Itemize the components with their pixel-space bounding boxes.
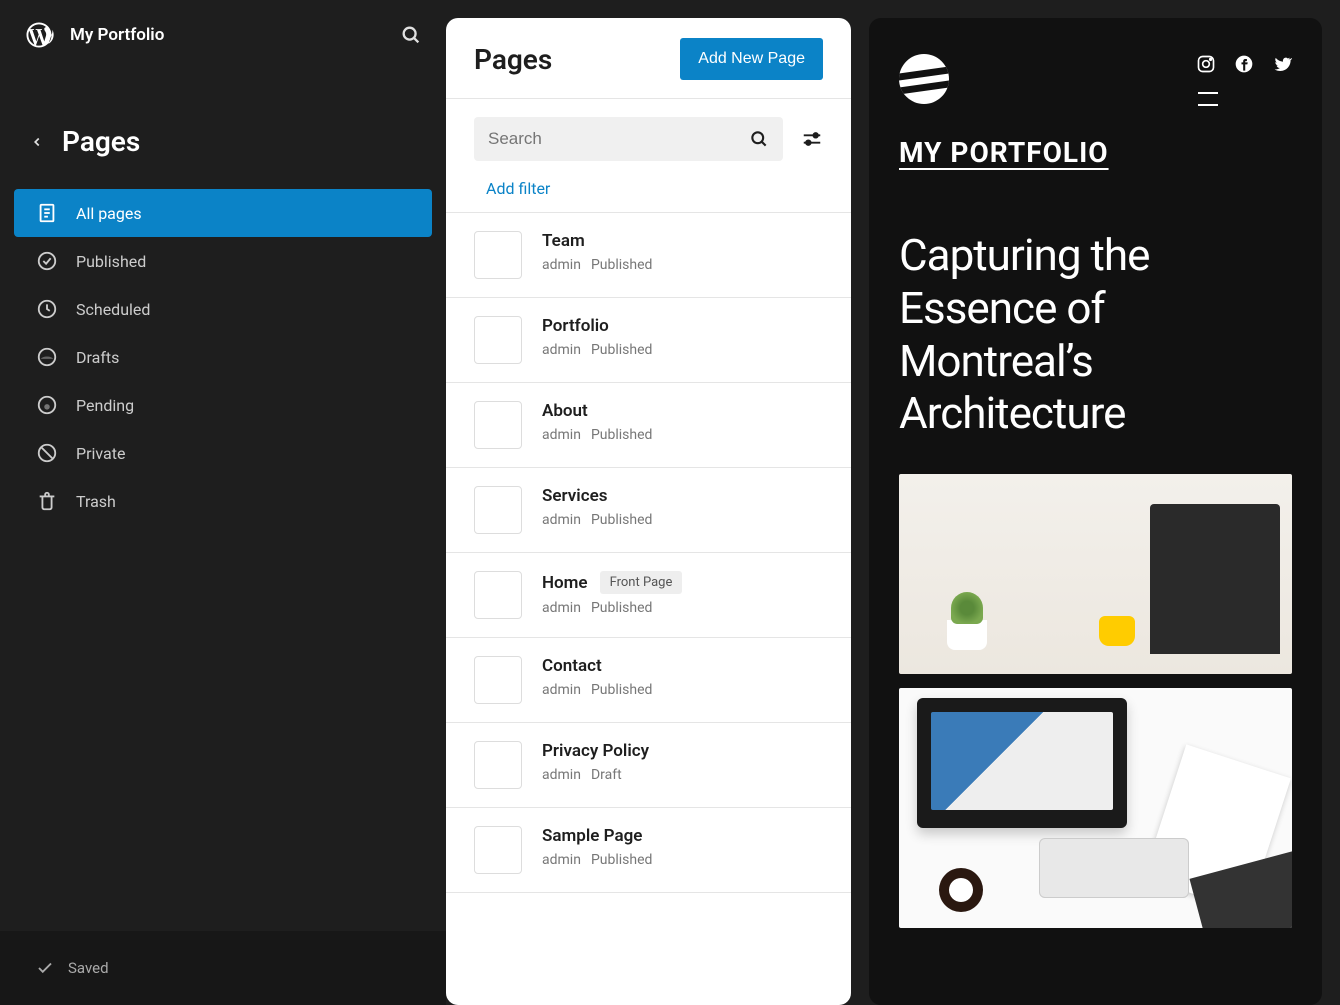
page-status: Published: [591, 852, 652, 868]
page-thumbnail: [474, 826, 522, 874]
filter-settings-icon[interactable]: [801, 128, 823, 150]
preview-headline: Capturing the Essence of Montreal’s Arch…: [869, 179, 1322, 460]
sidebar-item-published[interactable]: Published: [14, 237, 432, 285]
page-status: Draft: [591, 767, 622, 783]
sidebar-item-label: Private: [76, 444, 125, 463]
preview-site-logo-icon[interactable]: [899, 54, 949, 104]
panel-header: Pages Add New Page: [446, 18, 851, 99]
add-filter-link[interactable]: Add filter: [474, 161, 823, 212]
page-title: Pages: [62, 125, 140, 158]
preview-image-1: [899, 474, 1292, 674]
page-thumbnail: [474, 486, 522, 534]
facebook-icon[interactable]: [1234, 54, 1254, 74]
page-badge: Front Page: [600, 571, 683, 594]
document-icon: [36, 202, 58, 224]
sidebar-item-label: Drafts: [76, 348, 119, 367]
page-item-title: About: [542, 401, 588, 421]
pages-list: Team admin Published Portfolio admin Pub…: [446, 212, 851, 893]
page-list-item[interactable]: Services admin Published: [446, 468, 851, 553]
page-item-title: Privacy Policy: [542, 741, 649, 761]
page-status: Published: [591, 427, 652, 443]
page-author: admin: [542, 257, 581, 273]
sidebar-item-label: All pages: [76, 204, 142, 223]
sidebar-item-all-pages[interactable]: All pages: [14, 189, 432, 237]
page-list-item[interactable]: Privacy Policy admin Draft: [446, 723, 851, 808]
panel-title: Pages: [474, 43, 552, 76]
sidebar-item-pending[interactable]: Pending: [14, 381, 432, 429]
page-list-item[interactable]: Team admin Published: [446, 213, 851, 298]
panel-tools: Add filter: [446, 99, 851, 212]
status-footer: Saved: [0, 931, 446, 1005]
menu-icon[interactable]: [1196, 90, 1292, 112]
sidebar-item-label: Published: [76, 252, 146, 271]
page-thumbnail: [474, 571, 522, 619]
page-list-item[interactable]: Sample Page admin Published: [446, 808, 851, 893]
sidebar-nav: All pages Published Scheduled Drafts Pen…: [0, 183, 446, 531]
sidebar-item-scheduled[interactable]: Scheduled: [14, 285, 432, 333]
pages-panel: Pages Add New Page Add filter Team admin…: [446, 18, 851, 1005]
page-author: admin: [542, 512, 581, 528]
page-thumbnail: [474, 741, 522, 789]
pending-icon: [36, 394, 58, 416]
sidebar: My Portfolio Pages All pages Published S…: [0, 0, 446, 1005]
search-icon[interactable]: [749, 129, 769, 149]
page-thumbnail: [474, 316, 522, 364]
page-author: admin: [542, 682, 581, 698]
breadcrumb: Pages: [0, 70, 446, 183]
twitter-icon[interactable]: [1272, 54, 1292, 74]
search-input[interactable]: [488, 129, 749, 149]
topbar: My Portfolio: [0, 0, 446, 70]
page-thumbnail: [474, 401, 522, 449]
global-search-icon[interactable]: [400, 24, 422, 46]
check-icon: [36, 959, 54, 977]
sidebar-item-label: Trash: [76, 492, 116, 511]
page-thumbnail: [474, 656, 522, 704]
page-list-item[interactable]: Home Front Page admin Published: [446, 553, 851, 638]
sidebar-item-drafts[interactable]: Drafts: [14, 333, 432, 381]
half-circle-icon: [36, 346, 58, 368]
page-item-title: Team: [542, 231, 585, 251]
preview-brand[interactable]: MY PORTFOLIO: [899, 136, 1292, 169]
preview-image-2: [899, 688, 1292, 928]
sidebar-item-label: Pending: [76, 396, 134, 415]
page-author: admin: [542, 342, 581, 358]
instagram-icon[interactable]: [1196, 54, 1216, 74]
page-status: Published: [591, 257, 652, 273]
add-new-page-button[interactable]: Add New Page: [680, 38, 823, 80]
status-label: Saved: [68, 959, 109, 977]
social-links: [1196, 54, 1292, 74]
page-list-item[interactable]: About admin Published: [446, 383, 851, 468]
page-item-title: Services: [542, 486, 607, 506]
site-title[interactable]: My Portfolio: [70, 25, 384, 45]
page-author: admin: [542, 767, 581, 783]
page-status: Published: [591, 512, 652, 528]
page-list-item[interactable]: Contact admin Published: [446, 638, 851, 723]
page-status: Published: [591, 682, 652, 698]
back-icon[interactable]: [30, 135, 44, 149]
page-status: Published: [591, 342, 652, 358]
check-circle-icon: [36, 250, 58, 272]
sidebar-item-label: Scheduled: [76, 300, 150, 319]
page-author: admin: [542, 427, 581, 443]
page-item-title: Sample Page: [542, 826, 642, 846]
wordpress-logo-icon[interactable]: [24, 20, 54, 50]
search-box[interactable]: [474, 117, 783, 161]
sidebar-item-trash[interactable]: Trash: [14, 477, 432, 525]
page-item-title: Home: [542, 573, 588, 593]
clock-icon: [36, 298, 58, 320]
trash-icon: [36, 490, 58, 512]
no-entry-icon: [36, 442, 58, 464]
page-list-item[interactable]: Portfolio admin Published: [446, 298, 851, 383]
page-author: admin: [542, 852, 581, 868]
page-thumbnail: [474, 231, 522, 279]
preview-pane[interactable]: MY PORTFOLIO Capturing the Essence of Mo…: [869, 18, 1322, 1005]
sidebar-item-private[interactable]: Private: [14, 429, 432, 477]
preview-header: MY PORTFOLIO: [869, 18, 1322, 179]
page-item-title: Contact: [542, 656, 602, 676]
page-author: admin: [542, 600, 581, 616]
page-item-title: Portfolio: [542, 316, 609, 336]
page-status: Published: [591, 600, 652, 616]
